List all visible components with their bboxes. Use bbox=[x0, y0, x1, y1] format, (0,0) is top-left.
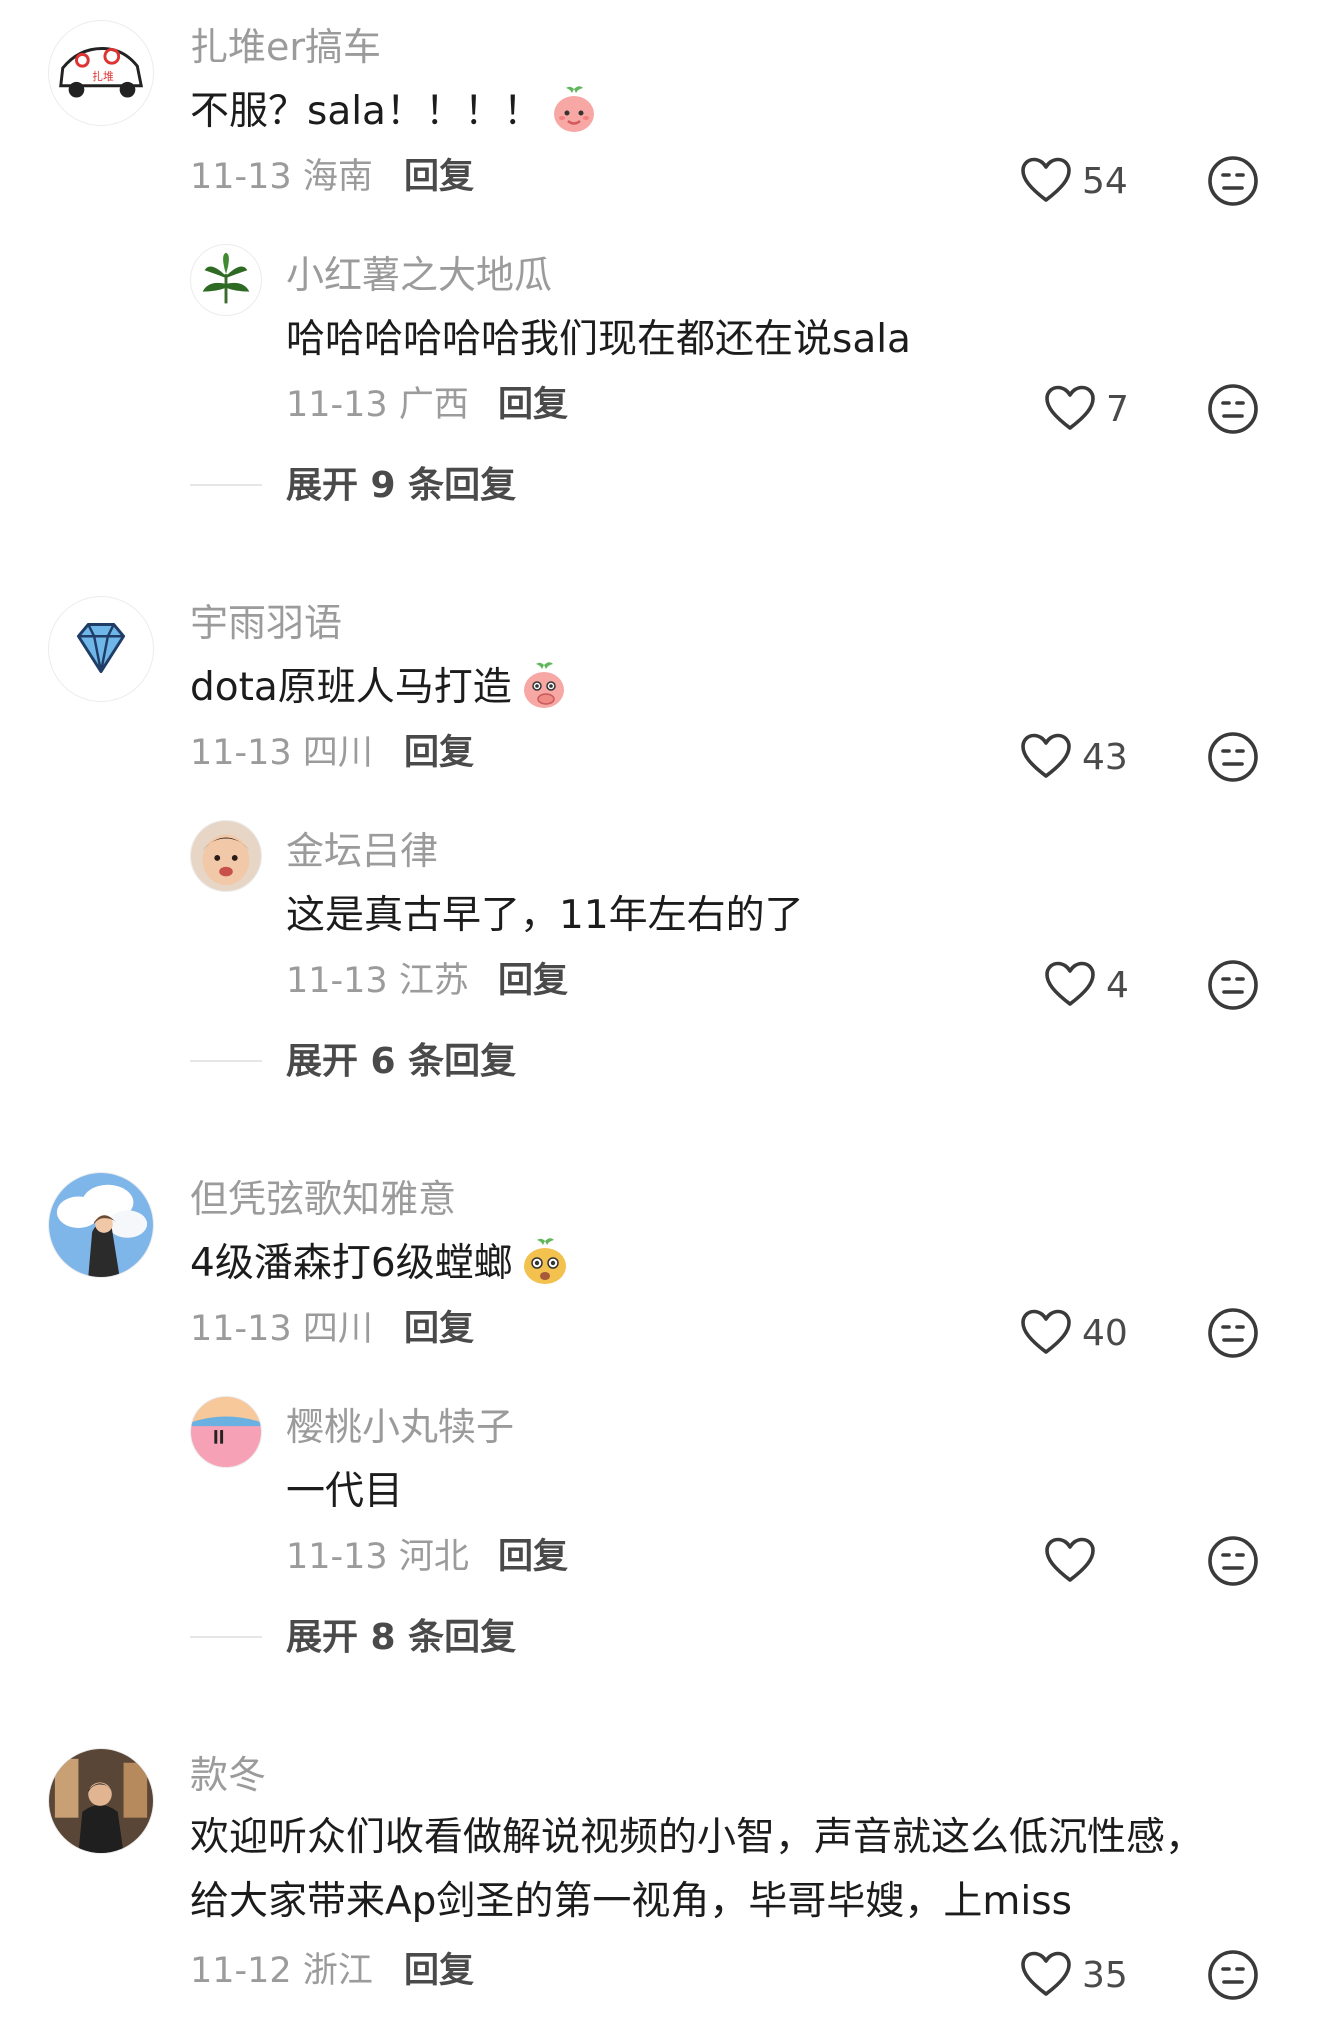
comment-meta: 11-13 四川 bbox=[190, 1312, 373, 1347]
comment-meta: 11-12 浙江 bbox=[190, 1954, 373, 1989]
svg-text:扎堆: 扎堆 bbox=[92, 70, 114, 83]
reply-meta: 11-13 广西 bbox=[286, 388, 469, 423]
expand-divider bbox=[190, 1060, 262, 1062]
neutral-face-icon[interactable] bbox=[1207, 1535, 1259, 1587]
reply-text: 一代目 bbox=[286, 1469, 404, 1514]
expand-divider bbox=[190, 484, 262, 486]
avatar[interactable] bbox=[190, 1396, 262, 1468]
reply-date: 11-13 bbox=[286, 961, 388, 1001]
pink-sunset-avatar-image bbox=[191, 1397, 261, 1467]
diamond-avatar-image bbox=[49, 597, 153, 701]
heart-outline-icon[interactable] bbox=[1044, 1536, 1096, 1584]
reply-button[interactable]: 回复 bbox=[498, 1540, 568, 1575]
man-sitting-avatar-image bbox=[49, 1749, 153, 1853]
comment-text-content: 不服？sala！！！！ bbox=[190, 89, 542, 134]
comment-location: 四川 bbox=[302, 733, 373, 773]
expand-replies-button[interactable]: 展开 6 条回复 bbox=[286, 1044, 516, 1080]
like-count: 35 bbox=[1082, 1955, 1128, 1996]
neutral-face-icon[interactable] bbox=[1207, 731, 1259, 783]
avatar[interactable] bbox=[48, 1172, 154, 1278]
avatar[interactable]: 扎堆 bbox=[48, 20, 154, 126]
heart-outline-icon[interactable] bbox=[1020, 1950, 1072, 1998]
comment-location: 四川 bbox=[302, 1309, 373, 1349]
expand-replies-button[interactable]: 展开 9 条回复 bbox=[286, 468, 516, 504]
reply-meta: 11-13 江苏 bbox=[286, 964, 469, 999]
reply-location: 广西 bbox=[398, 385, 469, 425]
neutral-face-icon[interactable] bbox=[1207, 383, 1259, 435]
like-count: 4 bbox=[1106, 965, 1129, 1006]
username[interactable]: 款冬 bbox=[190, 1756, 266, 1794]
username[interactable]: 宇雨羽语 bbox=[190, 604, 342, 642]
heart-outline-icon[interactable] bbox=[1020, 156, 1072, 204]
reply-date: 11-13 bbox=[286, 1537, 388, 1577]
comment-text-content: dota原班人马打造 bbox=[190, 665, 512, 710]
like-count: 40 bbox=[1082, 1313, 1128, 1354]
girl-cloud-avatar-image bbox=[49, 1173, 153, 1277]
reply-location: 江苏 bbox=[398, 961, 469, 1001]
username[interactable]: 小红薯之大地瓜 bbox=[286, 256, 552, 294]
avatar[interactable] bbox=[190, 244, 262, 316]
expand-replies-button[interactable]: 展开 8 条回复 bbox=[286, 1620, 516, 1656]
neutral-face-icon[interactable] bbox=[1207, 959, 1259, 1011]
heart-outline-icon[interactable] bbox=[1020, 1308, 1072, 1356]
comment-text: dota原班人马打造 bbox=[190, 661, 570, 711]
plant-avatar-image bbox=[191, 245, 261, 315]
comment-date: 11-13 bbox=[190, 157, 292, 197]
like-count: 7 bbox=[1106, 389, 1129, 430]
expand-divider bbox=[190, 1636, 262, 1638]
username[interactable]: 金坛吕律 bbox=[286, 832, 438, 870]
reply-button[interactable]: 回复 bbox=[498, 964, 568, 999]
like-count: 54 bbox=[1082, 161, 1128, 202]
peach-shy-emoji bbox=[523, 661, 564, 708]
reply-text: 这是真古早了，11年左右的了 bbox=[286, 893, 804, 938]
username[interactable]: 樱桃小丸犊子 bbox=[286, 1408, 514, 1446]
heart-outline-icon[interactable] bbox=[1044, 960, 1096, 1008]
avatar[interactable] bbox=[48, 596, 154, 702]
reply-button[interactable]: 回复 bbox=[404, 736, 474, 771]
reply-button[interactable]: 回复 bbox=[404, 160, 474, 195]
sweet-potato-emoji bbox=[523, 1237, 566, 1284]
reply-text: 哈哈哈哈哈哈我们现在都还在说sala bbox=[286, 317, 911, 362]
peach-smile-emoji bbox=[553, 85, 594, 132]
car-logo-avatar-image: 扎堆 bbox=[49, 21, 153, 125]
reply-button[interactable]: 回复 bbox=[404, 1312, 474, 1347]
reply-button[interactable]: 回复 bbox=[498, 388, 568, 423]
like-count: 43 bbox=[1082, 737, 1128, 778]
comment-text-content: 4级潘森打6级螳螂 bbox=[190, 1241, 513, 1286]
comment-location: 海南 bbox=[302, 157, 373, 197]
reply-button[interactable]: 回复 bbox=[404, 1954, 474, 1989]
comment-date: 11-13 bbox=[190, 1309, 292, 1349]
comment-date: 11-13 bbox=[190, 733, 292, 773]
avatar[interactable] bbox=[48, 1748, 154, 1854]
reply-date: 11-13 bbox=[286, 385, 388, 425]
comment-location: 浙江 bbox=[302, 1951, 373, 1991]
heart-outline-icon[interactable] bbox=[1020, 732, 1072, 780]
comment-date: 11-12 bbox=[190, 1951, 292, 1991]
comment-text: 4级潘森打6级螳螂 bbox=[190, 1237, 571, 1287]
neutral-face-icon[interactable] bbox=[1207, 155, 1259, 207]
baby-avatar-image bbox=[191, 821, 261, 891]
heart-outline-icon[interactable] bbox=[1044, 384, 1096, 432]
comment-meta: 11-13 四川 bbox=[190, 736, 373, 771]
reply-location: 河北 bbox=[398, 1537, 469, 1577]
neutral-face-icon[interactable] bbox=[1207, 1949, 1259, 2001]
reply-meta: 11-13 河北 bbox=[286, 1540, 469, 1575]
username[interactable]: 扎堆er搞车 bbox=[190, 28, 381, 66]
comment-text: 欢迎听众们收看做解说视频的小智，声音就这么低沉性感，给大家带来Ap剑圣的第一视角… bbox=[190, 1815, 1205, 1924]
neutral-face-icon[interactable] bbox=[1207, 1307, 1259, 1359]
comment-text: 不服？sala！！！！ bbox=[190, 85, 600, 135]
avatar[interactable] bbox=[190, 820, 262, 892]
comment-meta: 11-13 海南 bbox=[190, 160, 373, 195]
username[interactable]: 但凭弦歌知雅意 bbox=[190, 1180, 456, 1218]
